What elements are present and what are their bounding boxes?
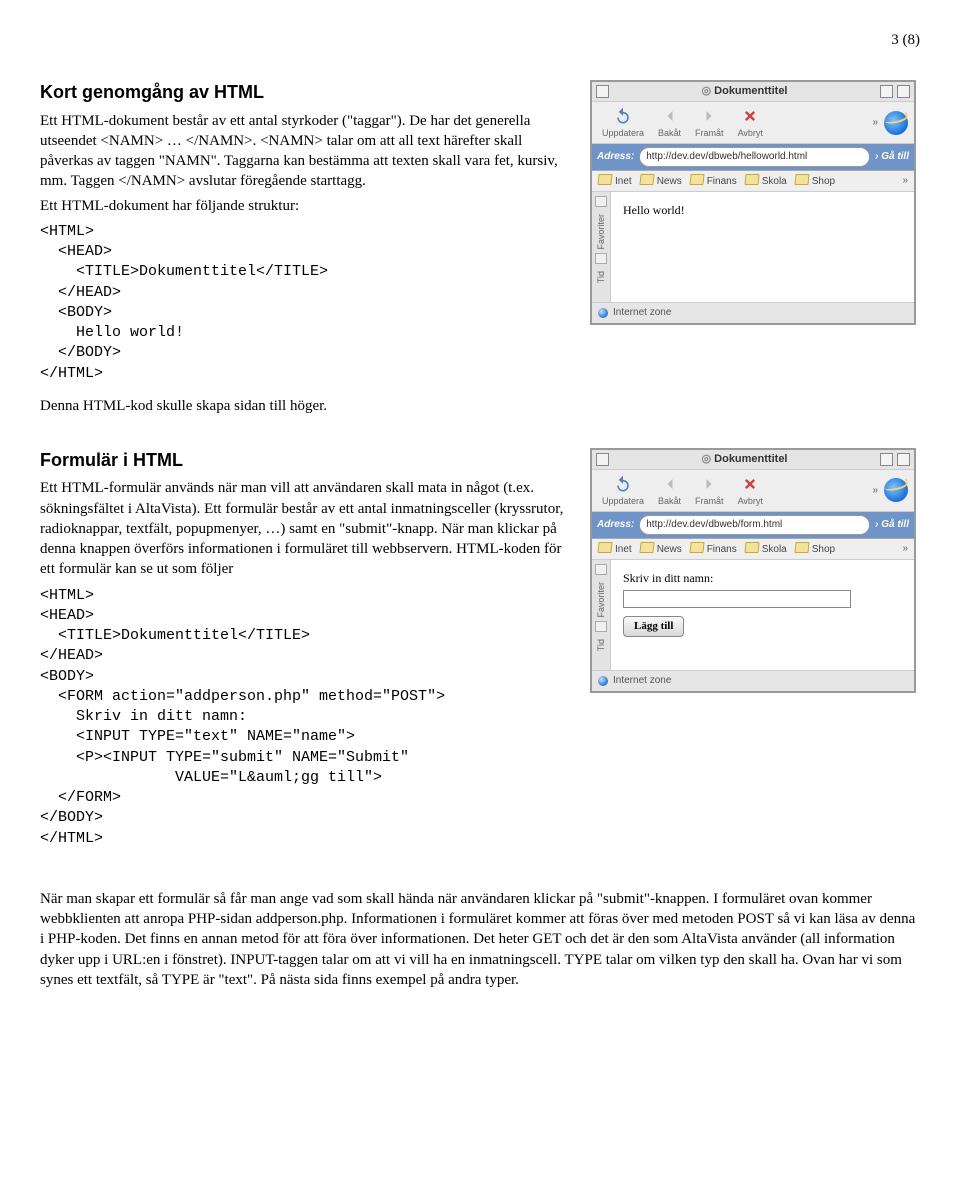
browser-toolbar: Uppdatera Bakåt Framåt Avbryt [592, 102, 914, 144]
section2-para: Ett HTML-formulär används när man vill a… [40, 478, 572, 579]
window-control-icon [880, 453, 893, 466]
window-control-icon [880, 85, 893, 98]
bookmarks-more-icon: » [902, 542, 908, 556]
submit-button: Lägg till [623, 616, 684, 637]
bookmark-item: Inet [598, 542, 632, 557]
stop-button: Avbryt [734, 106, 767, 139]
bookmarks-more-icon: » [902, 174, 908, 188]
browser-sidebar: Favoriter Tid [592, 560, 611, 670]
window-control-icon [596, 85, 609, 98]
section1-after: Denna HTML-kod skulle skapa sidan till h… [40, 396, 572, 416]
back-icon [660, 474, 680, 494]
sidebar-favorites-label: Favoriter [595, 582, 607, 618]
section2-heading: Formulär i HTML [40, 448, 572, 472]
section1-heading: Kort genomgång av HTML [40, 80, 572, 104]
stop-icon [740, 106, 760, 126]
refresh-label: Uppdatera [602, 127, 644, 139]
sidebar-tid-label: Tid [595, 271, 607, 283]
sidebar-handle-icon [595, 253, 607, 264]
bookmarks-bar: Inet News Finans Skola Shop » [592, 539, 914, 561]
back-button: Bakåt [654, 474, 685, 507]
sidebar-favorites-label: Favoriter [595, 214, 607, 250]
forward-button: Framåt [691, 106, 728, 139]
refresh-label: Uppdatera [602, 495, 644, 507]
bookmarks-bar: Inet News Finans Skola Shop » [592, 171, 914, 193]
hello-text: Hello world! [623, 203, 685, 217]
browser-titlebar: Dokumenttitel [592, 82, 914, 102]
address-bar: Adress: http://dev.dev/dbweb/helloworld.… [592, 144, 914, 171]
address-label: Adress: [597, 518, 634, 532]
back-button: Bakåt [654, 106, 685, 139]
browser-mock-form: Dokumenttitel Uppdatera Bakåt [590, 448, 916, 692]
forward-button: Framåt [691, 474, 728, 507]
refresh-icon [613, 474, 633, 494]
page-number: 3 (8) [40, 30, 920, 50]
stop-label: Avbryt [738, 127, 763, 139]
ie-logo-icon [884, 478, 908, 502]
address-url: http://dev.dev/dbweb/form.html [639, 515, 870, 535]
bookmark-item: News [640, 174, 682, 189]
window-control-icon [897, 453, 910, 466]
bookmark-item: Inet [598, 174, 632, 189]
refresh-button: Uppdatera [598, 106, 648, 139]
browser-title: Dokumenttitel [613, 452, 876, 467]
status-bar: Internet zone [592, 302, 914, 323]
section1-para2: Ett HTML-dokument har följande struktur: [40, 196, 572, 216]
forward-icon [699, 474, 719, 494]
stop-label: Avbryt [738, 495, 763, 507]
section2-code: <HTML> <HEAD> <TITLE>Dokumenttitel</TITL… [40, 586, 572, 849]
browser-toolbar: Uppdatera Bakåt Framåt Avbryt [592, 470, 914, 512]
forward-label: Framåt [695, 127, 724, 139]
browser-title: Dokumenttitel [613, 84, 876, 99]
browser-content: Skriv in ditt namn: Lägg till [611, 560, 914, 670]
sidebar-tid-label: Tid [595, 639, 607, 651]
back-label: Bakåt [658, 495, 681, 507]
forward-icon [699, 106, 719, 126]
address-bar: Adress: http://dev.dev/dbweb/form.html G… [592, 512, 914, 539]
back-label: Bakåt [658, 127, 681, 139]
sidebar-handle-icon [595, 564, 607, 575]
browser-sidebar: Favoriter Tid [592, 192, 611, 302]
bookmark-item: News [640, 542, 682, 557]
sidebar-handle-icon [595, 621, 607, 632]
browser-titlebar: Dokumenttitel [592, 450, 914, 470]
refresh-button: Uppdatera [598, 474, 648, 507]
window-control-icon [897, 85, 910, 98]
address-label: Adress: [597, 150, 634, 164]
browser-mock-hello: Dokumenttitel Uppdatera Bakåt [590, 80, 916, 324]
name-input [623, 590, 851, 608]
more-icon: » [872, 116, 878, 130]
status-text: Internet zone [613, 306, 671, 320]
window-control-icon [596, 453, 609, 466]
go-button: Gå till [875, 518, 909, 532]
refresh-icon [613, 106, 633, 126]
bookmark-item: Finans [690, 542, 737, 557]
ie-logo-icon [884, 111, 908, 135]
final-paragraph: När man skapar ett formulär så får man a… [40, 889, 920, 990]
go-button: Gå till [875, 150, 909, 164]
browser-content: Hello world! [611, 192, 914, 302]
section1-code: <HTML> <HEAD> <TITLE>Dokumenttitel</TITL… [40, 222, 572, 384]
status-bar: Internet zone [592, 670, 914, 691]
bookmark-item: Skola [745, 542, 787, 557]
bookmark-item: Shop [795, 542, 835, 557]
section1-para: Ett HTML-dokument består av ett antal st… [40, 111, 572, 192]
form-label: Skriv in ditt namn: [623, 571, 713, 585]
forward-label: Framåt [695, 495, 724, 507]
status-text: Internet zone [613, 674, 671, 688]
back-icon [660, 106, 680, 126]
bookmark-item: Skola [745, 174, 787, 189]
more-icon: » [872, 484, 878, 498]
stop-icon [740, 474, 760, 494]
stop-button: Avbryt [734, 474, 767, 507]
bookmark-item: Finans [690, 174, 737, 189]
sidebar-handle-icon [595, 196, 607, 207]
bookmark-item: Shop [795, 174, 835, 189]
address-url: http://dev.dev/dbweb/helloworld.html [639, 147, 870, 167]
